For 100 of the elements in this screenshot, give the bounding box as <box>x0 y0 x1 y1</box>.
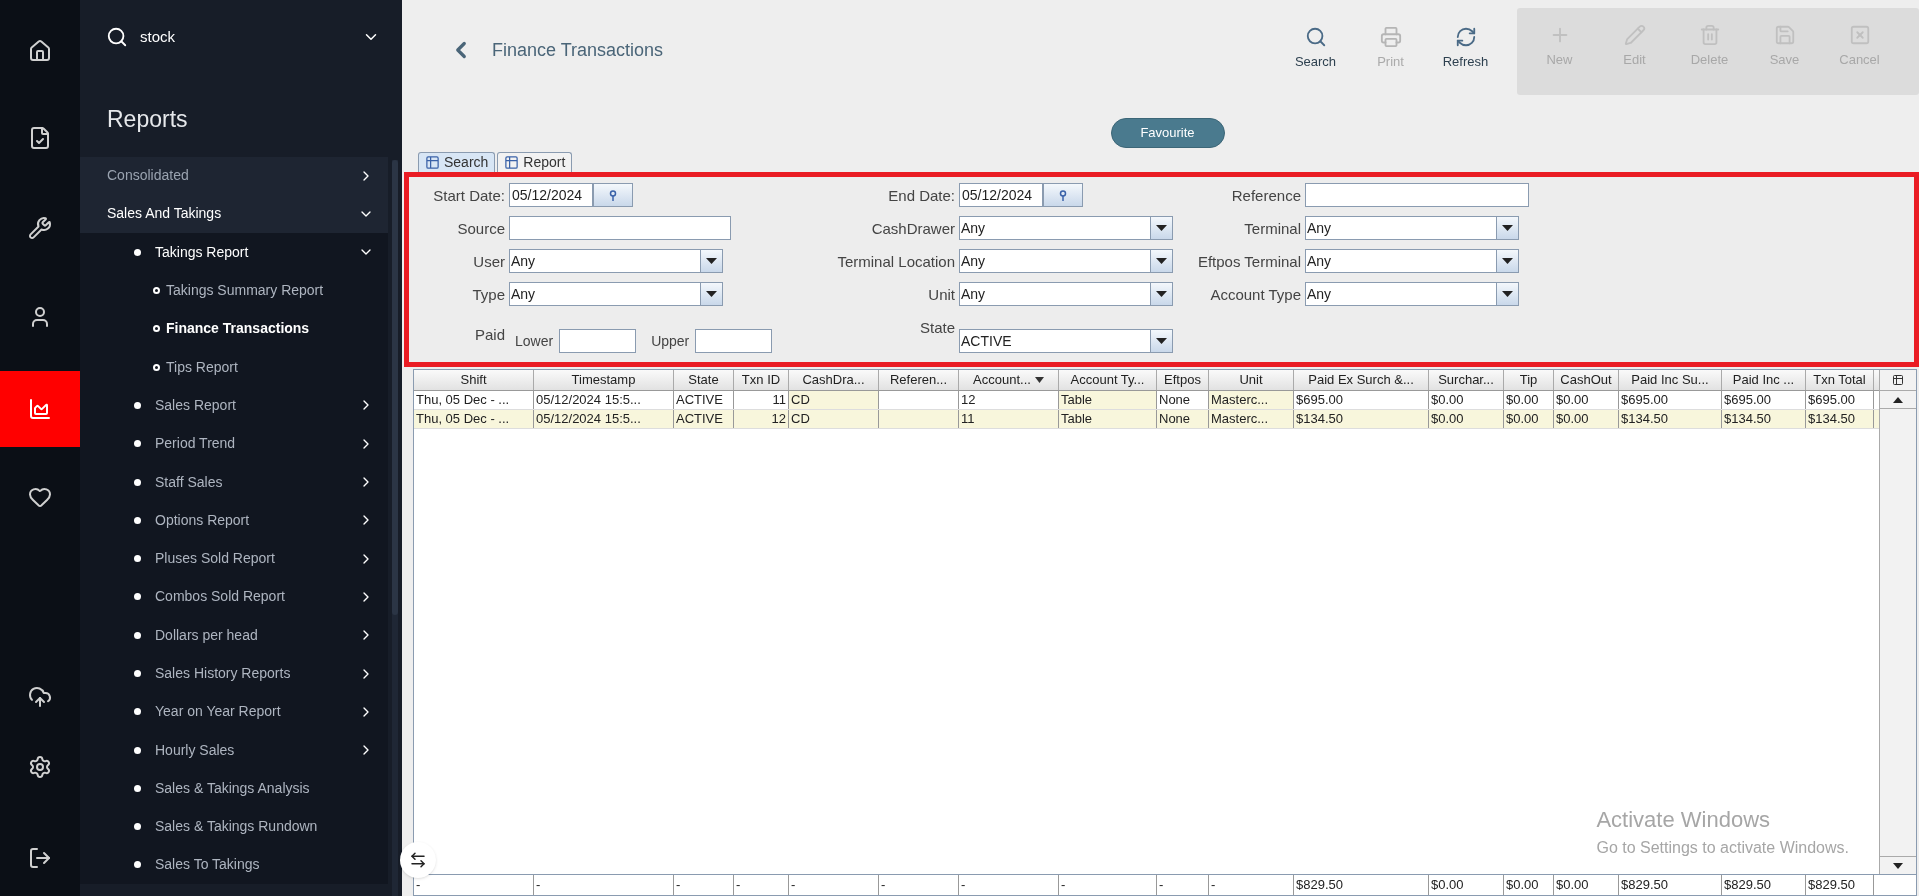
text-field[interactable] <box>559 329 637 353</box>
scrollbar[interactable] <box>392 160 398 896</box>
home-icon <box>28 38 52 63</box>
dropdown[interactable]: Any <box>1305 216 1519 240</box>
table-cell: $695.00 <box>1619 391 1722 409</box>
total-cell: - <box>674 875 734 895</box>
dropdown[interactable]: Any <box>509 282 723 306</box>
menu-item[interactable]: Tips Report <box>80 348 388 387</box>
menu-item[interactable]: Takings Report <box>80 233 388 272</box>
column-header[interactable]: Surchar... <box>1429 370 1504 390</box>
column-header[interactable]: State <box>674 370 734 390</box>
field-label: User <box>473 251 505 272</box>
menu-item[interactable]: Hourly Sales <box>80 730 388 770</box>
dropdown[interactable]: Any <box>959 216 1173 240</box>
favourite-button[interactable]: Favourite <box>1110 118 1225 148</box>
menu-item[interactable]: Year on Year Report <box>80 692 388 731</box>
table-cell: $695.00 <box>1806 391 1874 409</box>
bullet-icon <box>134 670 141 677</box>
menu-item[interactable]: Takings Summary Report <box>80 271 388 310</box>
column-header[interactable]: Unit <box>1209 370 1294 390</box>
tab[interactable]: Report <box>497 152 573 172</box>
calendar-button[interactable] <box>593 183 633 207</box>
column-header[interactable]: Txn Total <box>1806 370 1874 390</box>
menu-item[interactable]: Combos Sold Report <box>80 577 388 617</box>
menu-item[interactable]: Sales And Takings <box>80 194 388 234</box>
menu-item[interactable]: Sales To Takings <box>80 845 388 885</box>
search-field[interactable]: stock <box>80 0 402 74</box>
calendar-button[interactable] <box>1043 183 1083 207</box>
dropdown[interactable]: Any <box>959 249 1173 273</box>
bullet-icon <box>134 593 141 601</box>
menu-item[interactable]: Sales & Takings Analysis <box>80 769 388 808</box>
printer-icon <box>1379 26 1402 48</box>
menu-item[interactable]: Consolidated <box>80 156 388 195</box>
column-header[interactable]: Timestamp <box>534 370 674 390</box>
column-header[interactable]: Shift <box>414 370 534 390</box>
dropdown[interactable]: ACTIVE <box>959 329 1173 353</box>
column-header[interactable]: Account Ty... <box>1059 370 1157 390</box>
total-cell: $0.00 <box>1429 875 1504 895</box>
column-header[interactable]: Eftpos <box>1157 370 1209 390</box>
table-cell: CD <box>789 391 879 409</box>
column-header[interactable]: Tip <box>1504 370 1554 390</box>
dropdown[interactable]: Any <box>1305 282 1519 306</box>
text-field[interactable] <box>1305 183 1529 207</box>
menu-item[interactable]: Staff Sales <box>80 462 388 502</box>
search-icon <box>106 26 128 48</box>
page-title: Finance Transactions <box>492 38 664 62</box>
menu-item[interactable]: Options Report <box>80 501 388 540</box>
menu-item[interactable]: Dollars per head <box>80 616 388 655</box>
field-label: Reference <box>1231 185 1301 206</box>
total-cell: $829.50 <box>1619 875 1722 895</box>
toolbar-button[interactable]: Search <box>1278 26 1353 72</box>
field-label: State <box>919 317 955 338</box>
bullet-icon <box>134 516 141 524</box>
field-label: Unit <box>928 284 955 305</box>
column-header[interactable]: CashDra... <box>789 370 879 390</box>
date-field[interactable]: 05/12/2024 <box>509 183 593 207</box>
total-cell: $0.00 <box>1554 875 1619 895</box>
tab[interactable]: Search <box>418 152 496 172</box>
column-header[interactable]: Paid Ex Surch &... <box>1294 370 1429 390</box>
table-row[interactable]: Thu, 05 Dec - ... 05/12/2024 15:5... ACTIVE 12 CD 11 Table None Masterc... $134.50 $0.00 $0.00 $0.00 $134.50 $134.50 $134.50 <box>414 410 1879 429</box>
bullet-icon <box>134 784 141 792</box>
up-arrow-icon <box>1893 396 1903 403</box>
dropdown[interactable]: Any <box>1305 249 1519 273</box>
column-header[interactable]: Paid Inc Su... <box>1619 370 1722 390</box>
date-field[interactable]: 05/12/2024 <box>959 183 1043 207</box>
menu-item[interactable]: Pluses Sold Report <box>80 539 388 578</box>
menu-item[interactable]: Sales History Reports <box>80 654 388 693</box>
dropdown[interactable]: Any <box>509 249 723 273</box>
menu-item[interactable]: Finance Transactions <box>80 309 388 348</box>
column-header[interactable]: Txn ID <box>734 370 789 390</box>
down-arrow-icon <box>1893 862 1903 869</box>
vertical-scrollbar[interactable] <box>1879 370 1916 874</box>
field-label: Account Type <box>1210 284 1301 305</box>
menu-item[interactable]: Sales & Takings Rundown <box>80 807 388 846</box>
text-field[interactable] <box>509 216 731 240</box>
field-label: Source <box>457 218 505 239</box>
column-header[interactable]: CashOut <box>1554 370 1619 390</box>
table-cell: Masterc... <box>1209 391 1294 409</box>
menu-item[interactable]: Sales Report <box>80 386 388 425</box>
total-cell: - <box>1157 875 1209 895</box>
sidebar-heading: Reports <box>106 105 188 134</box>
column-header[interactable]: Referen... <box>879 370 959 390</box>
table-cell: Table <box>1059 391 1157 409</box>
column-header[interactable]: Paid Inc ... <box>1722 370 1806 390</box>
menu-item[interactable]: Period Trend <box>80 424 388 463</box>
text-field[interactable] <box>695 329 773 353</box>
column-header[interactable]: Account... <box>959 370 1059 390</box>
dropdown[interactable]: Any <box>959 282 1173 306</box>
toolbar-button[interactable]: Refresh <box>1428 26 1503 72</box>
total-cell: - <box>789 875 879 895</box>
table-cell: $134.50 <box>1806 410 1874 428</box>
table-cell: $0.00 <box>1554 391 1619 409</box>
table-cell: $0.00 <box>1429 410 1504 428</box>
field-label: Terminal <box>1244 218 1301 239</box>
field-label: Terminal Location <box>837 251 955 272</box>
table-row[interactable]: Thu, 05 Dec - ... 05/12/2024 15:5... ACTIVE 11 CD 12 Table None Masterc... $695.00 $0.00 $0.00 $0.00 $695.00 $695.00 $695.00 <box>414 391 1879 410</box>
save-icon <box>1773 24 1796 46</box>
total-cell: $829.50 <box>1806 875 1874 895</box>
field-label: CashDrawer <box>871 218 955 239</box>
total-cell: $0.00 <box>1504 875 1554 895</box>
